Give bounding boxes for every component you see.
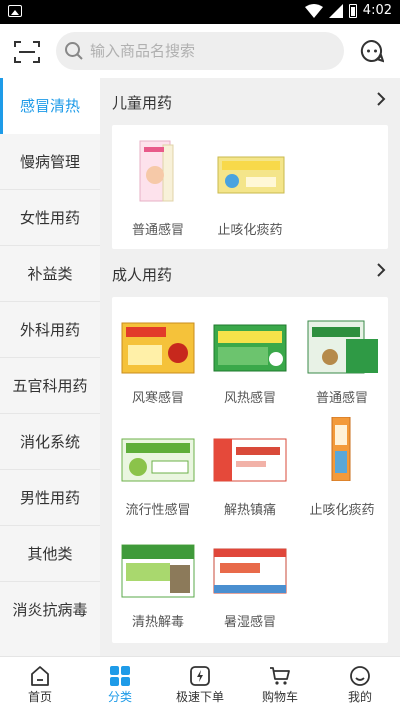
product-item[interactable]: 解热镇痛 (204, 409, 296, 521)
tab-cart[interactable]: 购物车 (240, 657, 320, 711)
tab-home[interactable]: 首页 (0, 657, 80, 711)
sidebar-item-chronic[interactable]: 慢病管理 (0, 134, 100, 190)
status-bar: 4:02 (0, 0, 400, 24)
product-label: 解热镇痛 (223, 503, 276, 518)
tab-quick-order-label: 极速下单 (175, 690, 224, 704)
cart-icon (270, 667, 290, 685)
product-label: 止咳化痰药 (309, 503, 375, 518)
product-image (213, 324, 287, 372)
product-label: 流行性感冒 (125, 503, 191, 518)
product-item[interactable]: 风热感冒 (204, 297, 296, 409)
product-image (307, 320, 378, 374)
gallery-notification-icon (8, 5, 22, 17)
tab-cart-label: 购物车 (261, 690, 298, 704)
tab-home-label: 首页 (27, 690, 52, 704)
sidebar-item-cold-fever[interactable]: 感冒清热 (0, 78, 100, 134)
product-image (213, 548, 287, 594)
signal-icon (328, 3, 343, 18)
sidebar-item-tonic[interactable]: 补益类 (0, 246, 100, 302)
scan-icon[interactable] (14, 40, 40, 64)
sidebar-item-other[interactable]: 其他类 (0, 526, 100, 582)
product-image (121, 544, 195, 598)
tab-profile-label: 我的 (347, 690, 372, 704)
battery-icon (348, 3, 357, 18)
product-label: 风寒感冒 (131, 391, 184, 406)
flash-order-icon (190, 666, 210, 686)
product-image (217, 156, 285, 194)
product-label: 普通感冒 (315, 391, 368, 406)
product-image (331, 417, 351, 481)
sidebar-item-digestive[interactable]: 消化系统 (0, 414, 100, 470)
status-right: 4:02 (304, 3, 392, 18)
product-label: 普通感冒 (131, 223, 184, 238)
product-label: 止咳化痰药 (217, 223, 283, 238)
product-item[interactable]: 止咳化痰药 (296, 409, 388, 521)
category-icon (110, 666, 130, 686)
product-image (213, 438, 287, 482)
sidebar-item-women[interactable]: 女性用药 (0, 190, 100, 246)
tab-category[interactable]: 分类 (80, 657, 160, 711)
sidebar-item-men[interactable]: 男性用药 (0, 470, 100, 526)
home-icon (31, 666, 49, 686)
chevron-right-icon[interactable] (376, 92, 386, 106)
product-label: 暑湿感冒 (223, 615, 276, 630)
search-placeholder: 输入商品名搜索 (90, 42, 196, 60)
status-time: 4:02 (362, 3, 392, 18)
product-card-adults: 风寒感冒 风热感冒 普通感冒 流行性感冒 解热镇痛 止咳化痰药 清热解毒 暑湿感… (112, 297, 388, 643)
product-item[interactable]: 止咳化痰药 (204, 125, 296, 249)
sidebar-item-surgery[interactable]: 外科用药 (0, 302, 100, 358)
product-item[interactable]: 普通感冒 (112, 125, 204, 249)
product-item[interactable]: 流行性感冒 (112, 409, 204, 521)
category-sidebar: 感冒清热 慢病管理 女性用药 补益类 外科用药 五官科用药 消化系统 男性用药 … (0, 78, 100, 656)
product-item[interactable]: 风寒感冒 (112, 297, 204, 409)
wifi-icon (304, 3, 323, 18)
tab-quick-order[interactable]: 极速下单 (160, 657, 240, 711)
sidebar-item-ent[interactable]: 五官科用药 (0, 358, 100, 414)
product-label: 风热感冒 (223, 391, 276, 406)
sidebar-item-antiviral[interactable]: 消炎抗病毒 (0, 582, 100, 638)
tab-profile[interactable]: 我的 (320, 657, 400, 711)
product-card-children: 普通感冒 止咳化痰药 (112, 125, 388, 249)
category-content: 儿童用药 普通感冒 止咳化痰药 成人用药 风寒感冒 风热感冒 普通感冒 流行性感… (100, 78, 400, 656)
bottom-tab-bar: 首页 分类 极速下单 购物车 我的 (0, 656, 400, 711)
product-item[interactable]: 暑湿感冒 (204, 521, 296, 633)
product-image (139, 140, 174, 202)
product-label: 清热解毒 (131, 615, 184, 630)
product-item[interactable]: 普通感冒 (296, 297, 388, 409)
message-icon[interactable] (360, 39, 384, 63)
section-title-children: 儿童用药 (112, 94, 173, 112)
top-bar: 输入商品名搜索 (0, 24, 400, 78)
product-image (121, 322, 195, 374)
product-image (121, 438, 195, 482)
product-item[interactable]: 清热解毒 (112, 521, 204, 633)
search-icon (65, 42, 83, 60)
section-title-adults: 成人用药 (112, 266, 173, 284)
chevron-right-icon[interactable] (376, 263, 386, 277)
profile-icon (350, 666, 370, 686)
tab-category-label: 分类 (107, 690, 132, 704)
search-input[interactable]: 输入商品名搜索 (56, 32, 344, 70)
